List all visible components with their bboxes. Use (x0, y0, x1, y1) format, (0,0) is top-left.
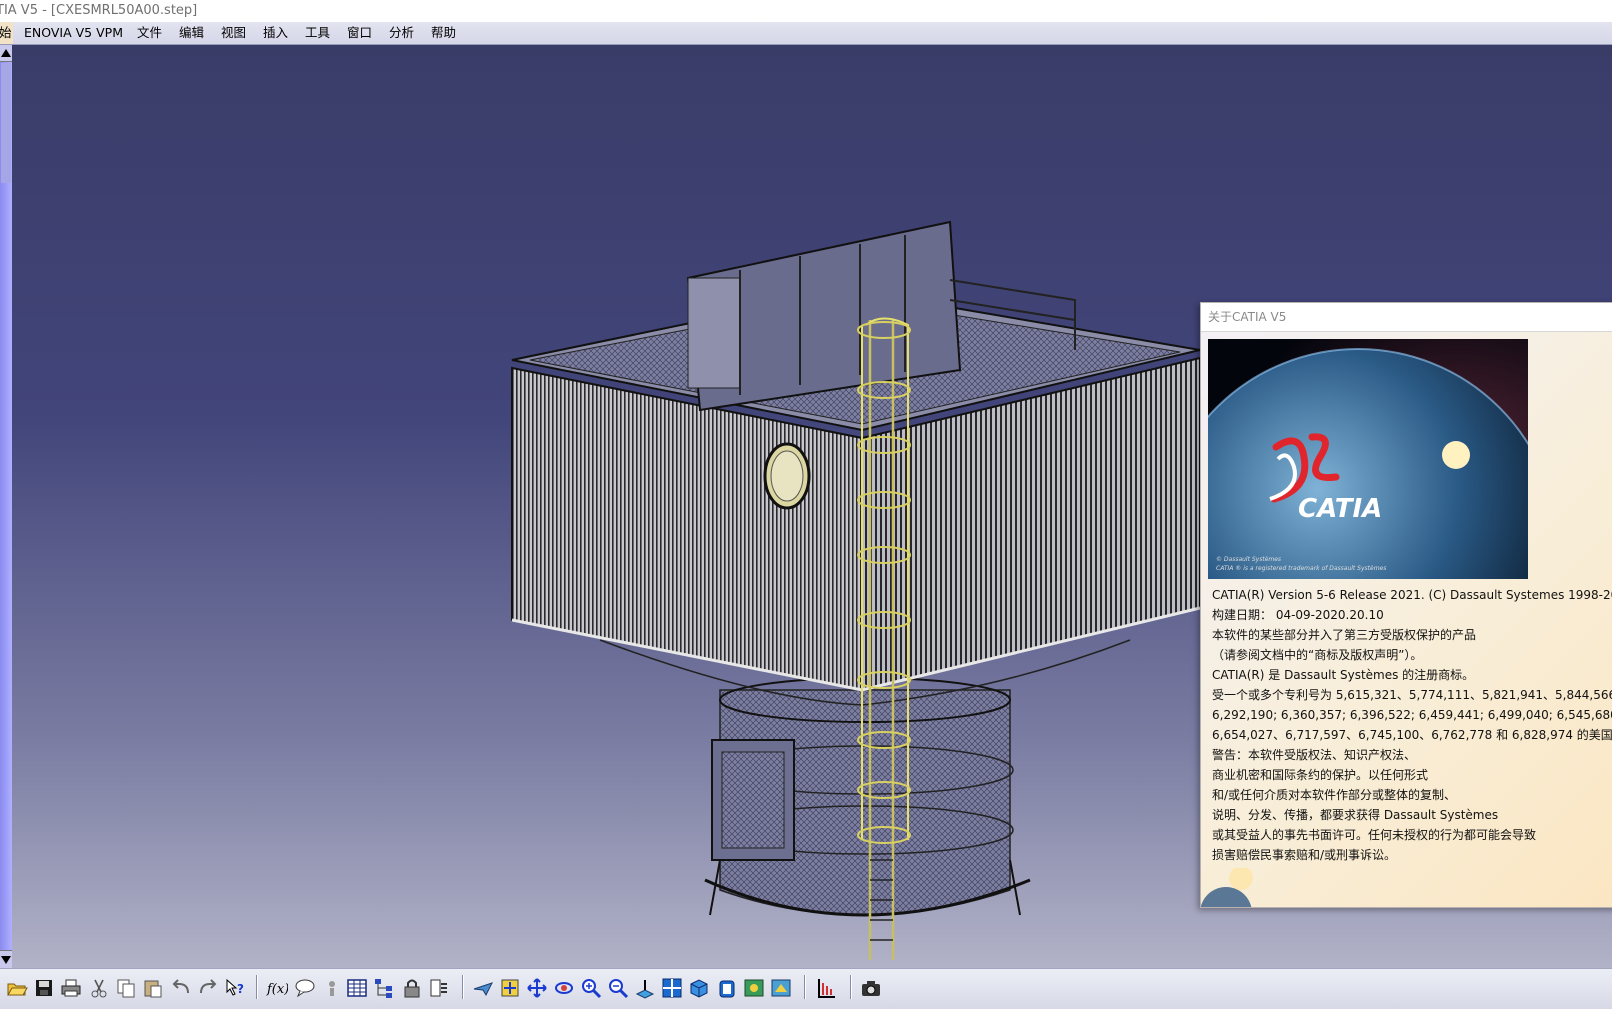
patent-line: 6,654,027、6,717,597、6,745,100、6,762,778 … (1212, 728, 1612, 742)
standard-toolbar: ? f(x) (0, 968, 1612, 1009)
table-icon[interactable] (346, 977, 368, 999)
menu-insert[interactable]: 插入 (263, 22, 288, 44)
rotate-icon[interactable] (553, 977, 575, 999)
window-title-bar: TIA V5 - [CXESMRL50A00.step] (0, 0, 1612, 22)
capture-icon[interactable] (860, 977, 882, 999)
menu-enovia[interactable]: ENOVIA V5 VPM (24, 22, 123, 44)
version-line: CATIA(R) Version 5-6 Release 2021. (C) D… (1212, 588, 1612, 602)
splash-copyright-2: CATIA ® is a registered trademark of Das… (1216, 565, 1386, 572)
open-icon[interactable] (6, 977, 28, 999)
lock-icon[interactable] (401, 977, 423, 999)
iso-view-icon[interactable] (688, 977, 710, 999)
info-line: 本软件的某些部分并入了第三方受版权保护的产品 (1212, 628, 1477, 642)
toolbar-separator (850, 975, 852, 999)
menu-file[interactable]: 文件 (137, 22, 162, 44)
trademark-line: CATIA(R) 是 Dassault Systèmes 的注册商标。 (1212, 668, 1475, 682)
splash-copyright-1: © Dassault Systèmes (1216, 556, 1281, 563)
tree-icon[interactable] (373, 977, 395, 999)
pan-icon[interactable] (526, 977, 548, 999)
menu-bar: 始 ENOVIA V5 VPM 文件 编辑 视图 插入 工具 窗口 分析 帮助 (0, 22, 1612, 45)
menu-view[interactable]: 视图 (221, 22, 246, 44)
zoom-out-icon[interactable] (607, 977, 629, 999)
undo-icon[interactable] (170, 977, 192, 999)
shading-icon[interactable] (716, 977, 738, 999)
measure-icon[interactable] (815, 977, 837, 999)
toolbar-separator (256, 975, 258, 999)
menu-start[interactable]: 始 (0, 22, 13, 44)
save-icon[interactable] (33, 977, 55, 999)
menu-tools[interactable]: 工具 (305, 22, 330, 44)
warning-line: 警告：本软件受版权法、知识产权法、 (1212, 748, 1417, 762)
catia-logo-text: CATIA (1298, 494, 1382, 524)
arrow-up-icon (1, 49, 11, 57)
swap-icon[interactable] (770, 977, 792, 999)
menu-help[interactable]: 帮助 (431, 22, 456, 44)
patent-line: 6,292,190; 6,360,357; 6,396,522; 6,459,4… (1212, 708, 1612, 722)
formula-icon[interactable]: f(x) (266, 977, 288, 999)
arrow-down-icon (1, 956, 11, 964)
build-date-line: 构建日期： 04-09-2020.20.10 (1212, 608, 1384, 622)
scroll-thumb[interactable] (1, 63, 11, 183)
multi-view-icon[interactable] (661, 977, 683, 999)
window-title: TIA V5 - [CXESMRL50A00.step] (0, 3, 198, 18)
warning-line: 和/或任何介质对本软件作部分或整体的复制、 (1212, 788, 1457, 802)
whats-this-icon[interactable]: ? (224, 977, 246, 999)
scroll-up-button[interactable] (0, 45, 12, 62)
fit-all-icon[interactable] (499, 977, 521, 999)
scroll-down-button[interactable] (0, 950, 12, 969)
copy-icon[interactable] (115, 977, 137, 999)
warning-line: 或其受益人的事先书面许可。任何未授权的行为都可能会导致 (1212, 828, 1537, 842)
menu-edit[interactable]: 编辑 (179, 22, 204, 44)
comment-icon[interactable] (294, 977, 316, 999)
toolbar-separator (462, 975, 464, 999)
menu-window[interactable]: 窗口 (347, 22, 372, 44)
about-dialog-title-bar[interactable]: 关于CATIA V5 (1201, 303, 1612, 332)
fly-icon[interactable] (472, 977, 494, 999)
catia-splash-image: CATIA © Dassault Systèmes CATIA ® is a r… (1208, 339, 1528, 579)
patent-line: 受一个或多个专利号为 5,615,321、5,774,111、5,821,941… (1212, 688, 1612, 702)
about-dialog[interactable]: 关于CATIA V5 CATIA © Dassault Systèmes CAT… (1200, 302, 1612, 908)
info-line: （请参阅文档中的“商标及版权声明”）。 (1212, 648, 1423, 662)
svg-text:f(x): f(x) (266, 982, 288, 997)
warning-line: 说明、分发、传播，都要求获得 Dassault Systèmes (1212, 808, 1499, 822)
hide-show-icon[interactable] (743, 977, 765, 999)
vertical-scrollbar[interactable] (0, 45, 12, 969)
catia-splash-graphic: CATIA © Dassault Systèmes CATIA ® is a r… (1208, 339, 1528, 579)
publish-icon[interactable] (428, 977, 450, 999)
print-icon[interactable] (60, 977, 82, 999)
about-info-text: CATIA(R) Version 5-6 Release 2021. (C) D… (1212, 585, 1612, 865)
warning-line: 商业机密和国际条约的保护。以任何形式 (1212, 768, 1429, 782)
about-dialog-title: 关于CATIA V5 (1208, 310, 1287, 324)
paste-icon[interactable] (142, 977, 164, 999)
menu-analyze[interactable]: 分析 (389, 22, 414, 44)
svg-text:?: ? (237, 982, 244, 996)
toolbar-separator (804, 975, 806, 999)
cut-icon[interactable] (88, 977, 110, 999)
normal-view-icon[interactable] (634, 977, 656, 999)
zoom-in-icon[interactable] (580, 977, 602, 999)
light-icon[interactable] (321, 977, 343, 999)
warning-line: 损害赔偿民事索赔和/或刑事诉讼。 (1212, 848, 1397, 862)
redo-icon[interactable] (197, 977, 219, 999)
corner-planet-graphic (1201, 868, 1253, 907)
